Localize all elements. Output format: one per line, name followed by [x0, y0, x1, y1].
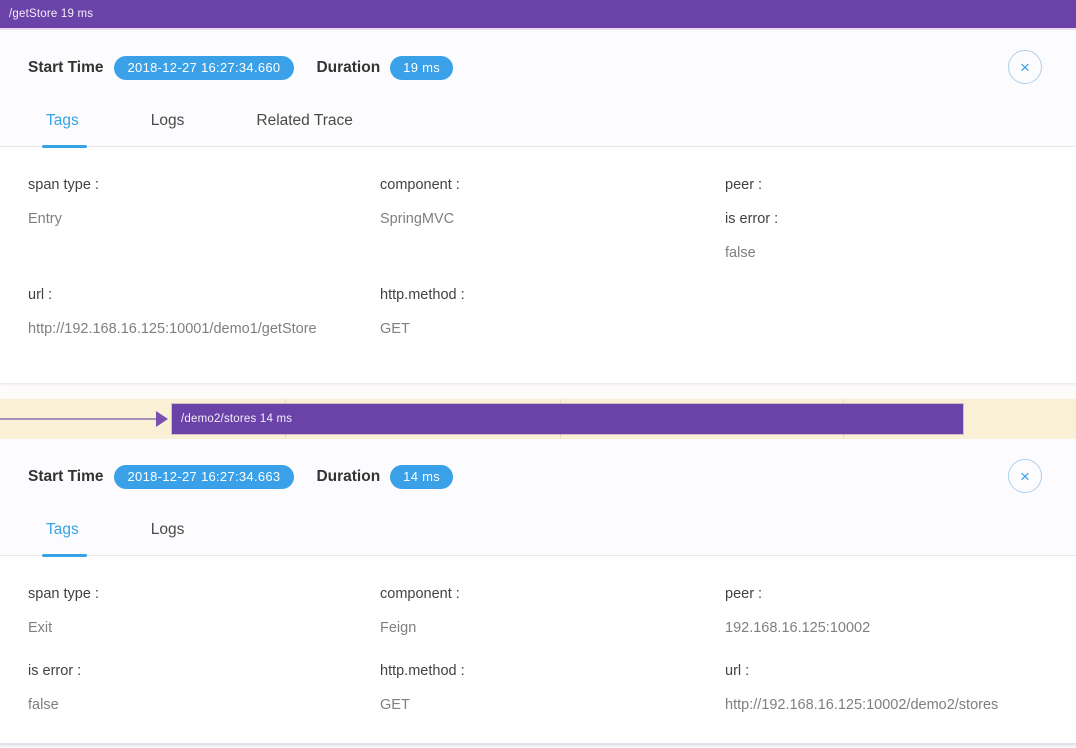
span-detail-header: Start Time 2018-12-27 16:27:34.663 Durat…	[0, 439, 1076, 503]
span-link-arrow-icon	[156, 411, 168, 427]
start-time-badge: 2018-12-27 16:27:34.660	[114, 56, 295, 80]
span-link-line	[0, 418, 158, 420]
tags-content: span type : Entry url : http://192.168.16.1…	[0, 147, 1076, 383]
tag-label: peer :	[725, 175, 1066, 195]
tag-value: Exit	[28, 618, 380, 638]
tab-bar: Tags Logs Related Trace	[0, 94, 1076, 147]
duration-badge: 19 ms	[390, 56, 453, 80]
tag-label: component :	[380, 175, 725, 195]
span-bar-label: /getStore 19 ms	[9, 8, 93, 20]
close-button[interactable]: ×	[1008, 459, 1042, 493]
tag-column: component : Feign http.method : GET	[380, 584, 725, 729]
duration-badge: 14 ms	[390, 465, 453, 489]
tag-label: is error :	[725, 209, 1066, 229]
tag-value: SpringMVC	[380, 209, 725, 229]
tag-label: http.method :	[380, 661, 725, 681]
tag-label: is error :	[28, 661, 380, 681]
close-button[interactable]: ×	[1008, 50, 1042, 84]
tab-logs[interactable]: Logs	[151, 521, 185, 555]
start-time-badge: 2018-12-27 16:27:34.663	[114, 465, 295, 489]
start-time-label: Start Time	[28, 468, 104, 486]
tag-value: false	[725, 243, 1066, 263]
tag-column: span type : Entry url : http://192.168.16.1…	[28, 175, 380, 353]
span-detail-panel-stores: /demo2/stores 14 ms Start Time 2018-12-2…	[0, 399, 1076, 745]
tag-value: false	[28, 695, 380, 715]
span-detail-panel-getstore: /getStore 19 ms Start Time 2018-12-27 16…	[0, 0, 1076, 383]
close-icon: ×	[1020, 467, 1030, 486]
tag-label: url :	[28, 285, 380, 305]
tag-column: peer : is error : false	[725, 175, 1066, 353]
tags-content: span type :Exitis error :falsecomponent …	[0, 556, 1076, 745]
tab-logs[interactable]: Logs	[151, 112, 185, 146]
tag-value: Entry	[28, 209, 380, 229]
tag-column: span type : Exit is error : false	[28, 584, 380, 729]
span-bar-label: /demo2/stores 14 ms	[181, 413, 292, 425]
tab-tags[interactable]: Tags	[46, 112, 79, 146]
span-detail-header: Start Time 2018-12-27 16:27:34.660 Durat…	[0, 30, 1076, 94]
tag-value: http://192.168.16.125:10001/demo1/getSto…	[28, 319, 380, 339]
tag-value: http://192.168.16.125:10002/demo2/stores	[725, 695, 1066, 715]
close-icon: ×	[1020, 58, 1030, 77]
trace-span-bar[interactable]: /demo2/stores 14 ms	[172, 404, 963, 434]
spacer	[380, 652, 725, 661]
duration-label: Duration	[316, 59, 380, 77]
spacer	[380, 243, 725, 285]
trace-timeline-row: /demo2/stores 14 ms	[0, 399, 1076, 439]
spacer	[28, 243, 380, 285]
tag-value: Feign	[380, 618, 725, 638]
tag-label: component :	[380, 584, 725, 604]
spacer	[28, 652, 380, 661]
tag-value: GET	[380, 319, 725, 339]
tag-label: url :	[725, 661, 1066, 681]
trace-span-bar[interactable]: /getStore 19 ms	[0, 0, 1076, 28]
duration-label: Duration	[316, 468, 380, 486]
start-time-label: Start Time	[28, 59, 104, 77]
tab-bar: Tags Logs	[0, 503, 1076, 556]
tag-value: 192.168.16.125:10002	[725, 618, 1066, 638]
tag-label: peer :	[725, 584, 1066, 604]
tag-label: http.method :	[380, 285, 725, 305]
tab-tags[interactable]: Tags	[46, 521, 79, 555]
tag-column: component : SpringMVC http.method : GET	[380, 175, 725, 353]
tag-column: peer : 192.168.16.125:10002 url : http://19…	[725, 584, 1066, 729]
tab-related-trace[interactable]: Related Trace	[256, 112, 353, 146]
tag-label: span type :	[28, 584, 380, 604]
tag-label: span type :	[28, 175, 380, 195]
spacer	[725, 652, 1066, 661]
trace-timeline-row: /getStore 19 ms	[0, 0, 1076, 30]
tag-value: GET	[380, 695, 725, 715]
